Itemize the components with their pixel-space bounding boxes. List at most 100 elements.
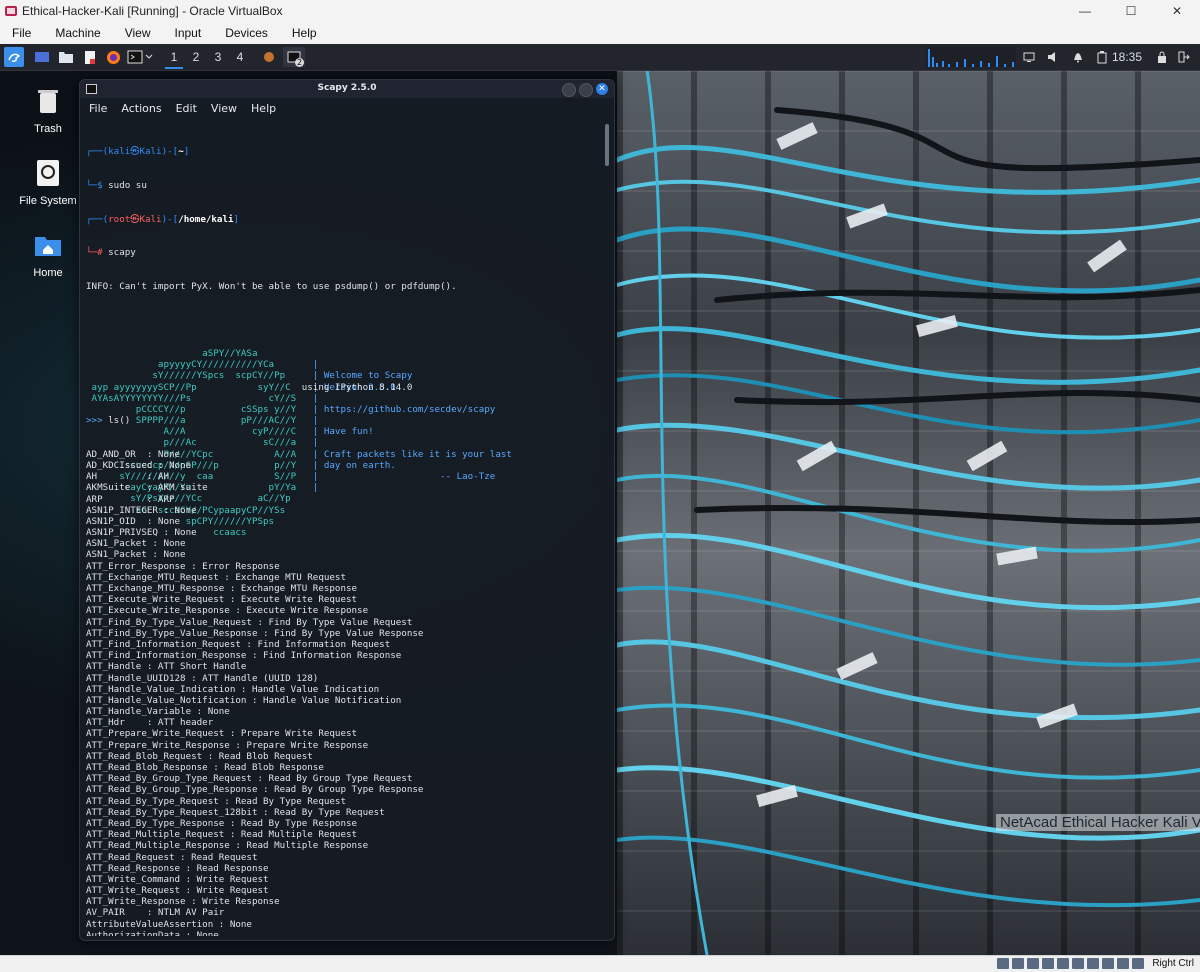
terminal-scrollbar[interactable] xyxy=(605,124,609,166)
desktop-icon-label: File System xyxy=(19,195,77,207)
terminal-menu-view[interactable]: View xyxy=(202,98,242,120)
show-desktop-icon[interactable] xyxy=(32,47,52,67)
kali-menu-icon[interactable] xyxy=(4,47,24,67)
menu-input[interactable]: Input xyxy=(163,22,214,44)
maximize-icon[interactable] xyxy=(579,83,593,97)
recording-icon[interactable] xyxy=(1102,958,1114,969)
terminal-menu-help[interactable]: Help xyxy=(242,98,281,120)
banner-art: aSPY//YASa xyxy=(86,347,297,359)
menu-machine[interactable]: Machine xyxy=(43,22,112,44)
terminal-window[interactable]: Scapy 2.5.0 ✕ File Actions Edit View Hel… xyxy=(79,79,615,941)
lock-screen-icon[interactable] xyxy=(1154,47,1170,67)
banner-text: | xyxy=(296,415,319,427)
mouse-integration-icon[interactable] xyxy=(1132,958,1144,969)
ls-output-line: ATT_Handle_Value_Notification : Handle V… xyxy=(86,694,402,706)
command-line: └─# scapy xyxy=(86,247,596,258)
prompt-line: ┌──(kali㉿Kali)-[~] xyxy=(86,146,596,157)
ls-output-line: ATT_Read_Multiple_Request : Read Multipl… xyxy=(86,829,358,841)
text-editor-icon[interactable] xyxy=(80,47,100,67)
shared-folder-icon[interactable] xyxy=(1072,958,1084,969)
panel-clock[interactable]: 18:35 xyxy=(1112,47,1142,67)
ls-output-line: ASN1P_OID : None xyxy=(86,515,181,527)
ls-output-line: ASN1_Packet : None xyxy=(86,549,186,561)
vbox-menubar: File Machine View Input Devices Help xyxy=(0,22,1200,44)
ls-output-line: ATT_Write_Request : Write Request xyxy=(86,885,269,897)
usb-icon[interactable] xyxy=(1057,958,1069,969)
workspace-2[interactable]: 2 xyxy=(187,47,205,67)
desktop-icon-home[interactable]: Home xyxy=(12,230,84,279)
ls-output-line: ATT_Handle : ATT Short Handle xyxy=(86,661,247,673)
hdd-icon[interactable] xyxy=(997,958,1009,969)
ls-output-line: ATT_Handle_Value_Indication : Handle Val… xyxy=(86,683,380,695)
workspace-1[interactable]: 1 xyxy=(165,47,183,69)
menu-file[interactable]: File xyxy=(0,22,43,44)
terminal-task-icon[interactable]: 2 xyxy=(283,47,305,67)
banner-text: | day on earth. xyxy=(296,459,396,471)
prompt-arrow: └─# xyxy=(86,247,103,259)
network-icon[interactable] xyxy=(1042,958,1054,969)
desktop-icon-file-system[interactable]: File System xyxy=(12,158,84,207)
display-icon[interactable] xyxy=(1021,47,1037,67)
workspace-4[interactable]: 4 xyxy=(231,47,249,67)
terminal-output[interactable]: ┌──(kali㉿Kali)-[~] └─$ sudo su ┌──(root㉿… xyxy=(86,124,596,936)
minimize-icon[interactable] xyxy=(562,83,576,97)
prompt-user: root㉿Kali xyxy=(108,213,162,225)
window-title: Ethical-Hacker-Kali [Running] - Oracle V… xyxy=(22,4,283,18)
terminal-menu-edit[interactable]: Edit xyxy=(167,98,202,120)
close-icon[interactable]: ✕ xyxy=(596,83,608,95)
guest-screen: NetAcad Ethical Hacker Kali V 1 2 3 4 2 … xyxy=(0,44,1200,955)
desktop-icon-trash[interactable]: Trash xyxy=(12,86,84,135)
terminal-menu-actions[interactable]: Actions xyxy=(112,98,166,120)
ls-output-line: ATT_Prepare_Write_Response : Prepare Wri… xyxy=(86,739,369,751)
terminal-titlebar[interactable]: Scapy 2.5.0 ✕ xyxy=(80,80,614,98)
cpu-icon[interactable] xyxy=(1117,958,1129,969)
menu-view[interactable]: View xyxy=(113,22,163,44)
display-icon[interactable] xyxy=(1087,958,1099,969)
optical-drive-icon[interactable] xyxy=(1012,958,1024,969)
host-key-label: Right Ctrl xyxy=(1152,958,1194,969)
terminal-launcher-icon[interactable] xyxy=(125,47,155,67)
app-icon[interactable] xyxy=(258,47,280,67)
ls-output-line: ARP : ARP xyxy=(86,493,175,505)
maximize-icon[interactable]: ☐ xyxy=(1108,0,1154,22)
ls-output-line: ATT_Read_By_Type_Request_128bit : Read B… xyxy=(86,806,385,818)
wallpaper-watermark: NetAcad Ethical Hacker Kali V xyxy=(996,814,1200,831)
status-icons xyxy=(997,958,1144,969)
workspace-3[interactable]: 3 xyxy=(209,47,227,67)
ls-output-line: AKMSuite : AKM suite xyxy=(86,482,208,494)
desktop-icon-label: Trash xyxy=(34,123,62,135)
banner-art: pCCCCY//p cSSps y//Y xyxy=(86,403,297,415)
volume-icon[interactable] xyxy=(1045,47,1061,67)
prompt-frame: ] xyxy=(183,146,190,158)
logout-icon[interactable] xyxy=(1176,47,1192,67)
close-icon[interactable]: ✕ xyxy=(1154,0,1200,22)
banner-art: AYAsAYYYYYYYY///Ps cY//S xyxy=(86,392,297,404)
ls-output-line: ATT_Read_Multiple_Response : Read Multip… xyxy=(86,840,369,852)
ls-output-line: ATT_Read_By_Type_Response : Read By Type… xyxy=(86,817,358,829)
firefox-icon[interactable] xyxy=(103,47,123,67)
window-controls: — ☐ ✕ xyxy=(1062,0,1200,22)
command-text: sudo su xyxy=(102,180,147,191)
notification-bell-icon[interactable] xyxy=(1070,47,1086,67)
terminal-menu-file[interactable]: File xyxy=(80,98,112,120)
trash-icon xyxy=(38,90,58,113)
banner-art: A//A cyP////C xyxy=(86,426,297,438)
file-manager-icon[interactable] xyxy=(56,47,76,67)
menu-help[interactable]: Help xyxy=(280,22,329,44)
battery-icon[interactable] xyxy=(1094,47,1110,67)
menu-devices[interactable]: Devices xyxy=(213,22,280,44)
ls-output-line: AttributeValueAssertion : None xyxy=(86,918,252,930)
prompt-user: kali㉿Kali xyxy=(108,146,162,158)
banner-line: p///Ac sC///a | xyxy=(86,437,596,448)
audio-icon[interactable] xyxy=(1027,958,1039,969)
banner-text: | xyxy=(296,437,319,449)
banner-text: | xyxy=(296,482,319,494)
ls-output-line: ATT_Hdr : ATT header xyxy=(86,717,214,729)
ls-output-line: ATT_Execute_Write_Response : Execute Wri… xyxy=(86,605,369,617)
scapy-banner: aSPY//YASa apyyyyCY//////////YCa | sY///… xyxy=(86,347,596,538)
minimize-icon[interactable]: — xyxy=(1062,0,1108,22)
ls-output-line: ATT_Read_Blob_Response : Read Blob Respo… xyxy=(86,762,324,773)
banner-line: pCCCCY//p cSSps y//Y | https://github.co… xyxy=(86,404,596,415)
ls-output-line: ATT_Execute_Write_Request : Execute Writ… xyxy=(86,594,358,606)
